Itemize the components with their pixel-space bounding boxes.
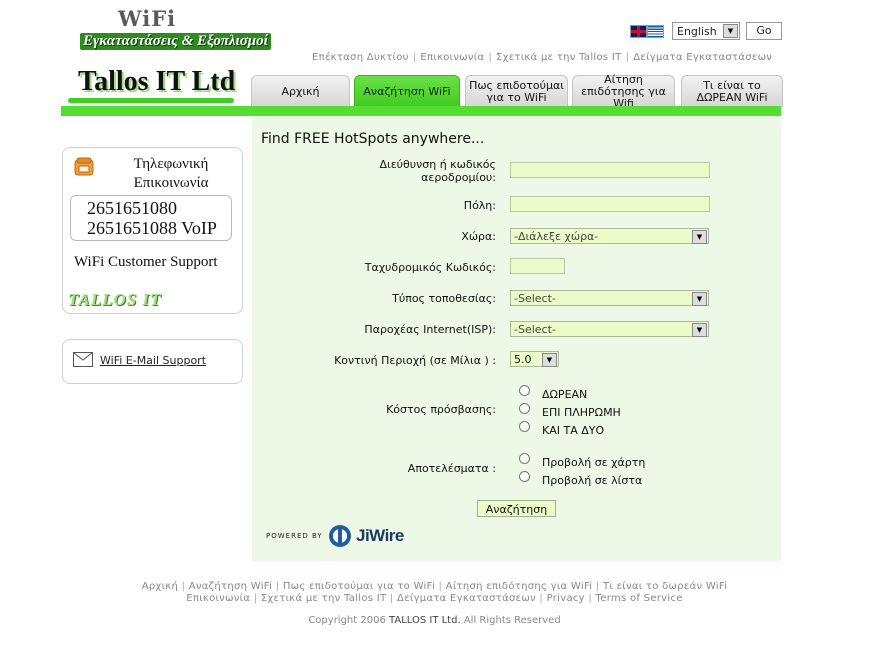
language-select-value: English [677,25,717,38]
tab-subsidy-request[interactable]: Αίτηση επιδότησης για Wifi [572,72,675,110]
chevron-down-icon: ▼ [723,24,738,38]
country-select[interactable]: -Διάλεξε χώρα- ▼ [510,228,709,244]
footer-link[interactable]: Αρχική [142,581,178,592]
zip-label: Ταχυδρομικός Κωδικός: [364,261,496,274]
country-label: Χώρα: [461,230,496,243]
copyright-company: TALLOS IT Ltd. [389,615,461,626]
mail-icon [73,352,93,367]
tab-label: Αίτηση επιδότησης για Wifi [581,72,666,110]
chevron-down-icon: ▼ [692,323,707,337]
address-label: Διεύθυνση ή κωδικός αεροδρομίου: [379,158,496,184]
footer-link[interactable]: Terms of Service [596,593,683,604]
address-input[interactable] [510,162,710,178]
footer-link[interactable]: Πως επιδοτούμαι για το WiFi [283,581,435,592]
tab-label: Τι είναι το ΔΩΡΕΑΝ WiFi [696,78,768,104]
phone-title-line2: Επικοινωνία [133,175,209,191]
language-area: English ▼ Go [630,22,782,40]
isp-label: Παροχέας Internet(ISP): [364,323,496,336]
chevron-down-icon: ▼ [692,292,707,306]
phone-number-2: 2651651088 VoIP [87,218,217,238]
footer-links-row2: Επικοινωνία | Σχετικά με την Tallos IT |… [186,593,683,604]
country-select-value: -Διάλεξε χώρα- [514,230,599,243]
radius-select-value: 5.0 [514,353,532,366]
copyright-suffix: All Rights Reserved [463,615,561,626]
phone-title: Τηλεφωνική Επικοινωνία [106,155,236,193]
results-map-radio[interactable] [519,453,530,464]
top-link[interactable]: Επικοινωνία [420,52,484,63]
jiwire-logo-icon[interactable] [328,524,352,548]
footer-link[interactable]: Σχετικά με την Tallos IT [261,593,387,604]
city-label: Πόλη: [463,199,496,212]
logo-underline [68,98,234,103]
radius-label: Κοντινή Περιοχή (σε Μίλια ) : [334,354,496,367]
top-link[interactable]: Σχετικά με την Tallos IT [496,52,622,63]
isp-select-value: -Select- [514,323,556,336]
search-button[interactable]: Αναζήτηση [477,500,556,517]
cost-paid-label: ΕΠΙ ΠΛΗΡΩΜΗ [542,406,621,419]
results-map-label: Προβολή σε χάρτη [542,456,646,469]
footer-link[interactable]: Δείγματα Εγκαταστάσεων [397,593,536,604]
radius-select[interactable]: 5.0 ▼ [510,351,559,367]
footer-link[interactable]: Αίτηση επιδότησης για WiFi [446,581,593,592]
nav-green-bar [61,106,781,116]
copyright: Copyright 2006 TALLOS IT Ltd. All Rights… [0,615,869,626]
tallos-logo-small: TALLOS IT [68,290,162,309]
logo-subtitle: Εγκαταστάσεις & Εξοπλισμοί [80,33,271,50]
footer-link[interactable]: Επικοινωνία [186,593,250,604]
results-list-radio[interactable] [519,471,530,482]
language-select[interactable]: English ▼ [672,22,740,40]
uk-flag-icon[interactable] [630,25,647,38]
go-button[interactable]: Go [746,22,782,40]
phone-icon [74,157,94,176]
cost-paid-radio[interactable] [519,403,530,414]
phone-numbers: 2651651080 2651651088 VoIP [70,195,232,241]
footer-links-row1: Αρχική | Αναζήτηση WiFi | Πως επιδοτούμα… [141,581,728,592]
footer-link[interactable]: Privacy [547,593,585,604]
location-type-select[interactable]: -Select- ▼ [510,290,709,306]
location-type-value: -Select- [514,292,556,305]
phone-number-1: 2651651080 [87,198,177,218]
results-list-label: Προβολή σε λίστα [542,474,643,487]
tab-home[interactable]: Αρχική [251,75,350,107]
phone-title-line1: Τηλεφωνική [133,156,209,172]
footer-link[interactable]: Τι είναι το δωρεάν WiFi [603,581,727,592]
cost-both-radio[interactable] [519,421,530,432]
city-input[interactable] [510,196,710,212]
tab-search-wifi[interactable]: Αναζήτηση WiFi [354,75,460,107]
tab-label: Αρχική [281,84,320,98]
cost-free-label: ΔΩΡΕΑΝ [542,388,588,401]
jiwire-logo-text[interactable]: JiWire [356,526,404,546]
logo-wifi-text: WiFi [118,6,177,31]
cost-label: Κόστος πρόσβασης: [386,403,496,416]
footer-link[interactable]: Αναζήτηση WiFi [189,581,272,592]
powered-by-label: POWERED BY [266,532,323,540]
chevron-down-icon: ▼ [692,230,707,244]
greek-flag-icon[interactable] [647,25,664,38]
top-links: Επέκταση Δυκτίου | Επικοινωνία | Σχετικά με … [312,52,773,63]
chevron-down-icon: ▼ [542,353,557,367]
tab-free-wifi[interactable]: Τι είναι το ΔΩΡΕΑΝ WiFi [681,75,783,107]
tab-label: Αναζήτηση WiFi [363,84,451,98]
results-label: Αποτελέσματα : [407,462,496,475]
zip-input[interactable] [510,258,565,274]
tab-subsidy-info[interactable]: Πως επιδοτούμαι για το WiFi [465,75,568,107]
cost-free-radio[interactable] [519,385,530,396]
tab-label: Πως επιδοτούμαι για το WiFi [469,78,564,104]
top-link[interactable]: Επέκταση Δυκτίου [312,52,409,63]
isp-select[interactable]: -Select- ▼ [510,321,709,337]
logo-company: Tallos IT Ltd [78,66,236,97]
logo[interactable]: WiFi Εγκαταστάσεις & Εξοπλισμοί Tallos I… [62,6,271,106]
top-link[interactable]: Δείγματα Εγκαταστάσεων [633,52,772,63]
customer-support-label: WiFi Customer Support [74,254,218,270]
copyright-prefix: Copyright 2006 [308,615,386,626]
email-support-link[interactable]: WiFi E-Mail Support [100,354,206,367]
cost-both-label: ΚΑΙ ΤΑ ΔΥΟ [542,424,605,437]
location-type-label: Τύπος τοποθεσίας: [392,292,496,305]
panel-title: Find FREE HotSpots anywhere... [261,131,485,147]
